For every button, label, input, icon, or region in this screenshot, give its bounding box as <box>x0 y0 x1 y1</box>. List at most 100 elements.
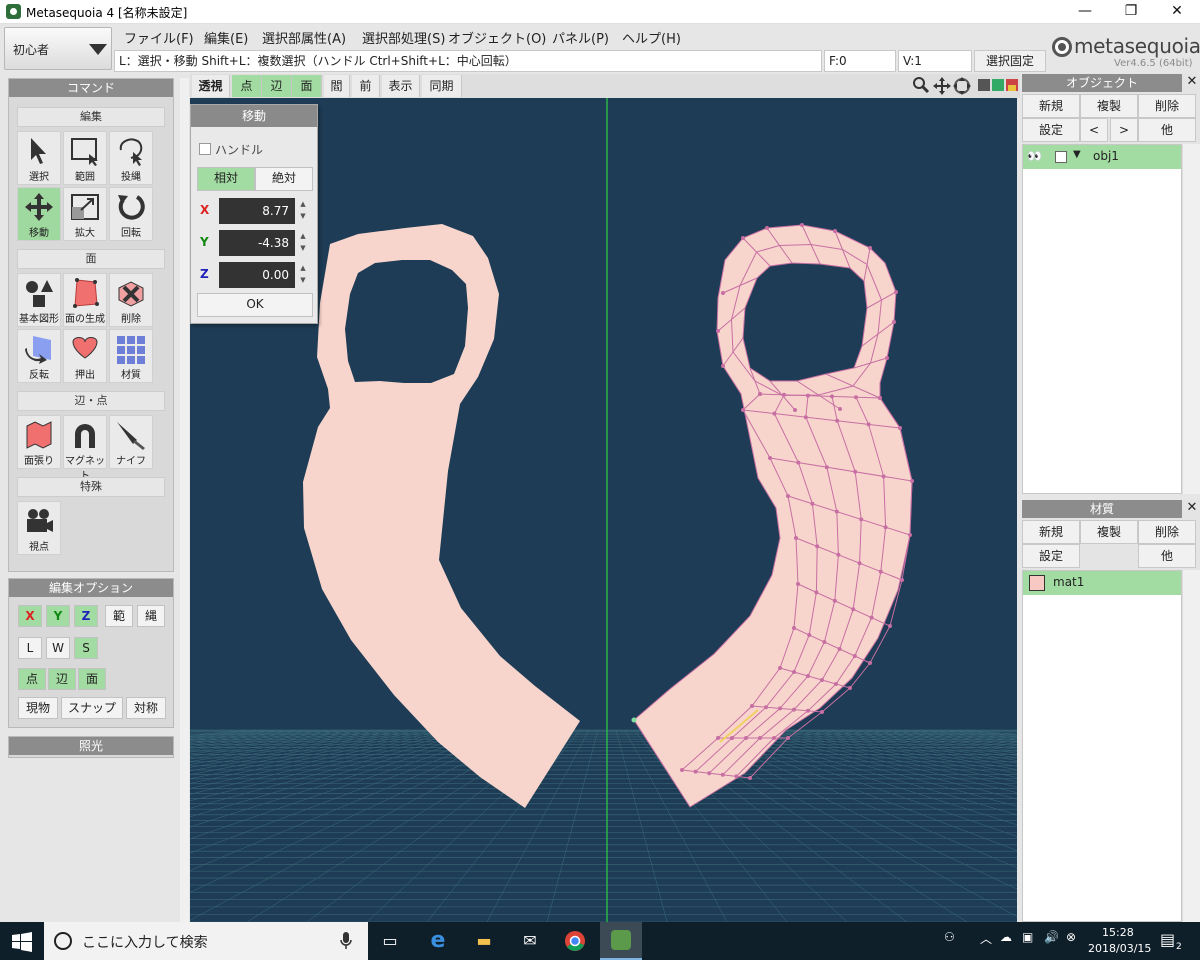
tab-face[interactable]: 面 <box>292 75 322 97</box>
tab-perspective[interactable]: 透視 <box>192 75 230 97</box>
material-color-swatch[interactable] <box>1029 575 1045 591</box>
microphone-icon[interactable] <box>340 932 352 950</box>
snap-button[interactable]: スナップ <box>61 697 123 719</box>
absolute-toggle[interactable]: 絶対 <box>255 167 313 191</box>
tool-range[interactable]: 範囲 <box>63 131 107 185</box>
orbit-icon[interactable] <box>952 76 972 96</box>
tool-magnet[interactable]: マグネット <box>63 415 107 482</box>
tool-select[interactable]: 選択 <box>17 131 61 185</box>
z-spinner[interactable]: ▲ ▼ <box>297 262 309 288</box>
axis-z-toggle[interactable]: Z <box>74 605 98 627</box>
menu-file[interactable]: ファイル(F) <box>124 28 194 47</box>
tab-vertex[interactable]: 点 <box>232 75 262 97</box>
range-toggle[interactable]: 範 <box>105 605 133 627</box>
tool-rotate[interactable]: 回転 <box>109 187 153 241</box>
edge-browser-icon[interactable]: e <box>418 926 458 956</box>
material-settings-button[interactable]: 設定 <box>1022 544 1080 568</box>
relative-toggle[interactable]: 相対 <box>197 167 255 191</box>
menu-help[interactable]: ヘルプ(H) <box>622 28 681 47</box>
tool-material[interactable]: 材質 <box>109 329 153 383</box>
x-value-field[interactable]: 8.77 <box>219 198 295 224</box>
y-value-field[interactable]: -4.38 <box>219 230 295 256</box>
tab-sync[interactable]: 同期 <box>422 75 462 97</box>
object-delete-button[interactable]: 削除 <box>1138 94 1196 118</box>
windows-start-icon[interactable] <box>12 932 32 952</box>
action-center-icon[interactable]: ▤ <box>1160 930 1175 949</box>
chevron-up-icon[interactable]: ︿ <box>980 930 992 947</box>
menu-edit[interactable]: 編集(E) <box>204 28 248 47</box>
material-new-button[interactable]: 新規 <box>1022 520 1080 544</box>
material-other-button[interactable]: 他 <box>1138 544 1196 568</box>
object-next-button[interactable]: > <box>1110 118 1138 142</box>
tool-lasso[interactable]: 投縄 <box>109 131 153 185</box>
material-delete-button[interactable]: 削除 <box>1138 520 1196 544</box>
tab-sparse[interactable]: 閻 <box>324 75 350 97</box>
minimize-button[interactable]: — <box>1062 0 1108 24</box>
rope-toggle[interactable]: 縄 <box>137 605 165 627</box>
object-prev-button[interactable]: < <box>1080 118 1108 142</box>
menu-object[interactable]: オブジェクト(O) <box>448 28 546 47</box>
symmetry-button[interactable]: 対称 <box>126 697 166 719</box>
material-list-scrollbar[interactable] <box>1182 570 1200 922</box>
clock-date[interactable]: 2018/03/15 <box>1088 942 1151 955</box>
left-scrollbar[interactable] <box>180 78 189 922</box>
z-value-field[interactable]: 0.00 <box>219 262 295 288</box>
close-icon[interactable]: ✕ <box>1184 74 1200 92</box>
mode-select[interactable]: 初心者 <box>4 27 112 70</box>
tool-delete[interactable]: 削除 <box>109 273 153 327</box>
task-view-icon[interactable]: ▭ <box>370 926 410 956</box>
clock-time[interactable]: 15:28 <box>1102 926 1134 939</box>
tool-create-face[interactable]: 面の生成 <box>63 273 107 327</box>
target-vertex-toggle[interactable]: 点 <box>18 668 46 690</box>
material-duplicate-button[interactable]: 複製 <box>1080 520 1138 544</box>
close-button[interactable]: ✕ <box>1154 0 1200 24</box>
axis-x-toggle[interactable]: X <box>18 605 42 627</box>
people-icon[interactable]: ⚇ <box>944 930 955 944</box>
mail-icon[interactable]: ✉ <box>510 926 550 956</box>
tool-knife[interactable]: ナイフ <box>109 415 153 469</box>
object-row[interactable]: 👀 ▼ obj1 <box>1023 145 1181 169</box>
chrome-icon[interactable] <box>564 930 586 952</box>
restore-button[interactable]: ❐ <box>1108 0 1154 24</box>
cloud-icon[interactable]: ☁ <box>1000 930 1012 944</box>
local-toggle[interactable]: L <box>18 637 42 659</box>
menu-selection-process[interactable]: 選択部処理(S) <box>362 28 445 47</box>
handle-checkbox[interactable] <box>199 143 211 155</box>
y-spinner[interactable]: ▲ ▼ <box>297 230 309 256</box>
axis-y-toggle[interactable]: Y <box>46 605 70 627</box>
tab-display[interactable]: 表示 <box>382 75 420 97</box>
tool-scale[interactable]: 拡大 <box>63 187 107 241</box>
object-other-button[interactable]: 他 <box>1138 118 1196 142</box>
tab-edge[interactable]: 辺 <box>262 75 292 97</box>
target-edge-toggle[interactable]: 辺 <box>48 668 76 690</box>
taskbar-search[interactable]: ここに入力して検索 <box>44 922 368 960</box>
menu-selection-attr[interactable]: 選択部属性(A) <box>262 28 346 47</box>
lock-checkbox[interactable] <box>1055 151 1067 163</box>
file-explorer-icon[interactable]: ▬ <box>464 926 504 956</box>
expand-triangle-icon[interactable]: ▼ <box>1073 149 1081 160</box>
world-toggle[interactable]: W <box>46 637 70 659</box>
zoom-icon[interactable] <box>912 76 930 96</box>
pan-icon[interactable] <box>932 76 952 96</box>
tool-primitive[interactable]: 基本図形 <box>17 273 61 327</box>
target-face-toggle[interactable]: 面 <box>78 668 106 690</box>
menu-panel[interactable]: パネル(P) <box>552 28 609 47</box>
lighting-panel[interactable]: 照光 <box>8 736 174 758</box>
tool-extrude[interactable]: 押出 <box>63 329 107 383</box>
network-icon[interactable]: ▣ <box>1022 930 1033 944</box>
ok-button[interactable]: OK <box>197 293 313 317</box>
object-new-button[interactable]: 新規 <box>1022 94 1080 118</box>
metasequoia-taskbar-button[interactable] <box>600 922 642 960</box>
tool-face-fill[interactable]: 面張り <box>17 415 61 469</box>
tab-front[interactable]: 前 <box>352 75 380 97</box>
object-duplicate-button[interactable]: 複製 <box>1080 94 1138 118</box>
notification-mute-icon[interactable]: ⊗ <box>1066 930 1076 944</box>
tool-viewpoint[interactable]: 視点 <box>17 501 61 555</box>
x-spinner[interactable]: ▲ ▼ <box>297 198 309 224</box>
actual-button[interactable]: 現物 <box>18 697 58 719</box>
screen-toggle[interactable]: S <box>74 637 98 659</box>
close-icon[interactable]: ✕ <box>1184 500 1200 518</box>
tool-move[interactable]: 移動 <box>17 187 61 241</box>
volume-icon[interactable]: 🔊 <box>1044 930 1059 944</box>
display-mode-icon[interactable] <box>978 79 1018 93</box>
